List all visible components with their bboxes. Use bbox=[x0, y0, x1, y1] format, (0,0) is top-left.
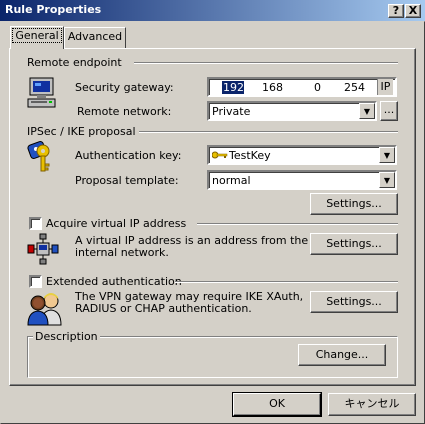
help-button[interactable]: ? bbox=[388, 4, 404, 18]
remote-network-value: Private bbox=[212, 105, 251, 118]
extended-auth-divider bbox=[175, 281, 398, 283]
title-bar[interactable]: Rule Properties ? X bbox=[0, 0, 425, 21]
ipsec-proposal-heading: IPSec / IKE proposal bbox=[27, 125, 136, 138]
extended-auth-label[interactable]: Extended authentication bbox=[46, 275, 182, 288]
tab-advanced-label: Advanced bbox=[67, 30, 123, 43]
ip-octet-1[interactable]: 192 bbox=[222, 81, 244, 94]
chevron-down-icon[interactable]: ▼ bbox=[359, 103, 375, 119]
proposal-settings-button[interactable]: Settings... bbox=[310, 193, 398, 215]
cancel-button[interactable]: キャンセル bbox=[328, 393, 416, 416]
virtual-ip-label[interactable]: Acquire virtual IP address bbox=[46, 217, 186, 230]
extended-auth-settings-button[interactable]: Settings... bbox=[310, 291, 398, 313]
remote-network-label: Remote network: bbox=[77, 105, 172, 118]
users-icon bbox=[27, 293, 62, 326]
tab-general-label: General bbox=[12, 28, 62, 43]
tab-general[interactable]: General bbox=[10, 26, 64, 49]
virtual-ip-description-line2: internal network. bbox=[75, 246, 169, 259]
ip-octet-2[interactable]: 168 bbox=[261, 81, 283, 94]
ip-octet-4[interactable]: 254 bbox=[343, 81, 365, 94]
tab-advanced[interactable]: Advanced bbox=[64, 27, 126, 48]
proposal-template-select[interactable]: normal ▼ bbox=[207, 170, 397, 190]
authentication-key-label: Authentication key: bbox=[75, 149, 182, 162]
extended-auth-checkbox[interactable] bbox=[29, 275, 42, 288]
description-heading: Description bbox=[33, 330, 100, 343]
ipsec-proposal-divider bbox=[139, 131, 398, 133]
description-change-button[interactable]: Change... bbox=[298, 344, 386, 366]
close-button[interactable]: X bbox=[405, 4, 421, 18]
key-icon bbox=[212, 151, 228, 159]
authentication-key-select[interactable]: TestKey ▼ bbox=[207, 145, 397, 165]
authentication-key-value: TestKey bbox=[229, 149, 271, 162]
network-icon bbox=[27, 233, 59, 265]
remote-network-select[interactable]: Private ▼ bbox=[207, 101, 377, 121]
virtual-ip-settings-button[interactable]: Settings... bbox=[310, 233, 398, 255]
virtual-ip-divider bbox=[197, 223, 398, 225]
chevron-down-icon[interactable]: ▼ bbox=[379, 172, 395, 188]
security-gateway-ip-field[interactable]: 192 168 0 254 IP bbox=[207, 77, 397, 97]
extended-auth-description-line2: RADIUS or CHAP authentication. bbox=[75, 302, 252, 315]
security-gateway-label: Security gateway: bbox=[75, 81, 174, 94]
remote-network-browse-button[interactable]: ... bbox=[380, 101, 398, 121]
ok-button[interactable]: OK bbox=[233, 393, 321, 416]
virtual-ip-checkbox[interactable] bbox=[29, 217, 42, 230]
ip-mode-toggle[interactable]: IP bbox=[377, 79, 393, 95]
computer-icon bbox=[27, 77, 56, 108]
remote-endpoint-heading: Remote endpoint bbox=[27, 56, 122, 69]
proposal-template-value: normal bbox=[212, 174, 251, 187]
remote-endpoint-divider bbox=[134, 62, 398, 64]
window-title: Rule Properties bbox=[5, 3, 102, 16]
proposal-template-label: Proposal template: bbox=[75, 174, 179, 187]
keys-icon bbox=[27, 141, 50, 172]
chevron-down-icon[interactable]: ▼ bbox=[379, 147, 395, 163]
ip-octet-3[interactable]: 0 bbox=[307, 81, 321, 94]
